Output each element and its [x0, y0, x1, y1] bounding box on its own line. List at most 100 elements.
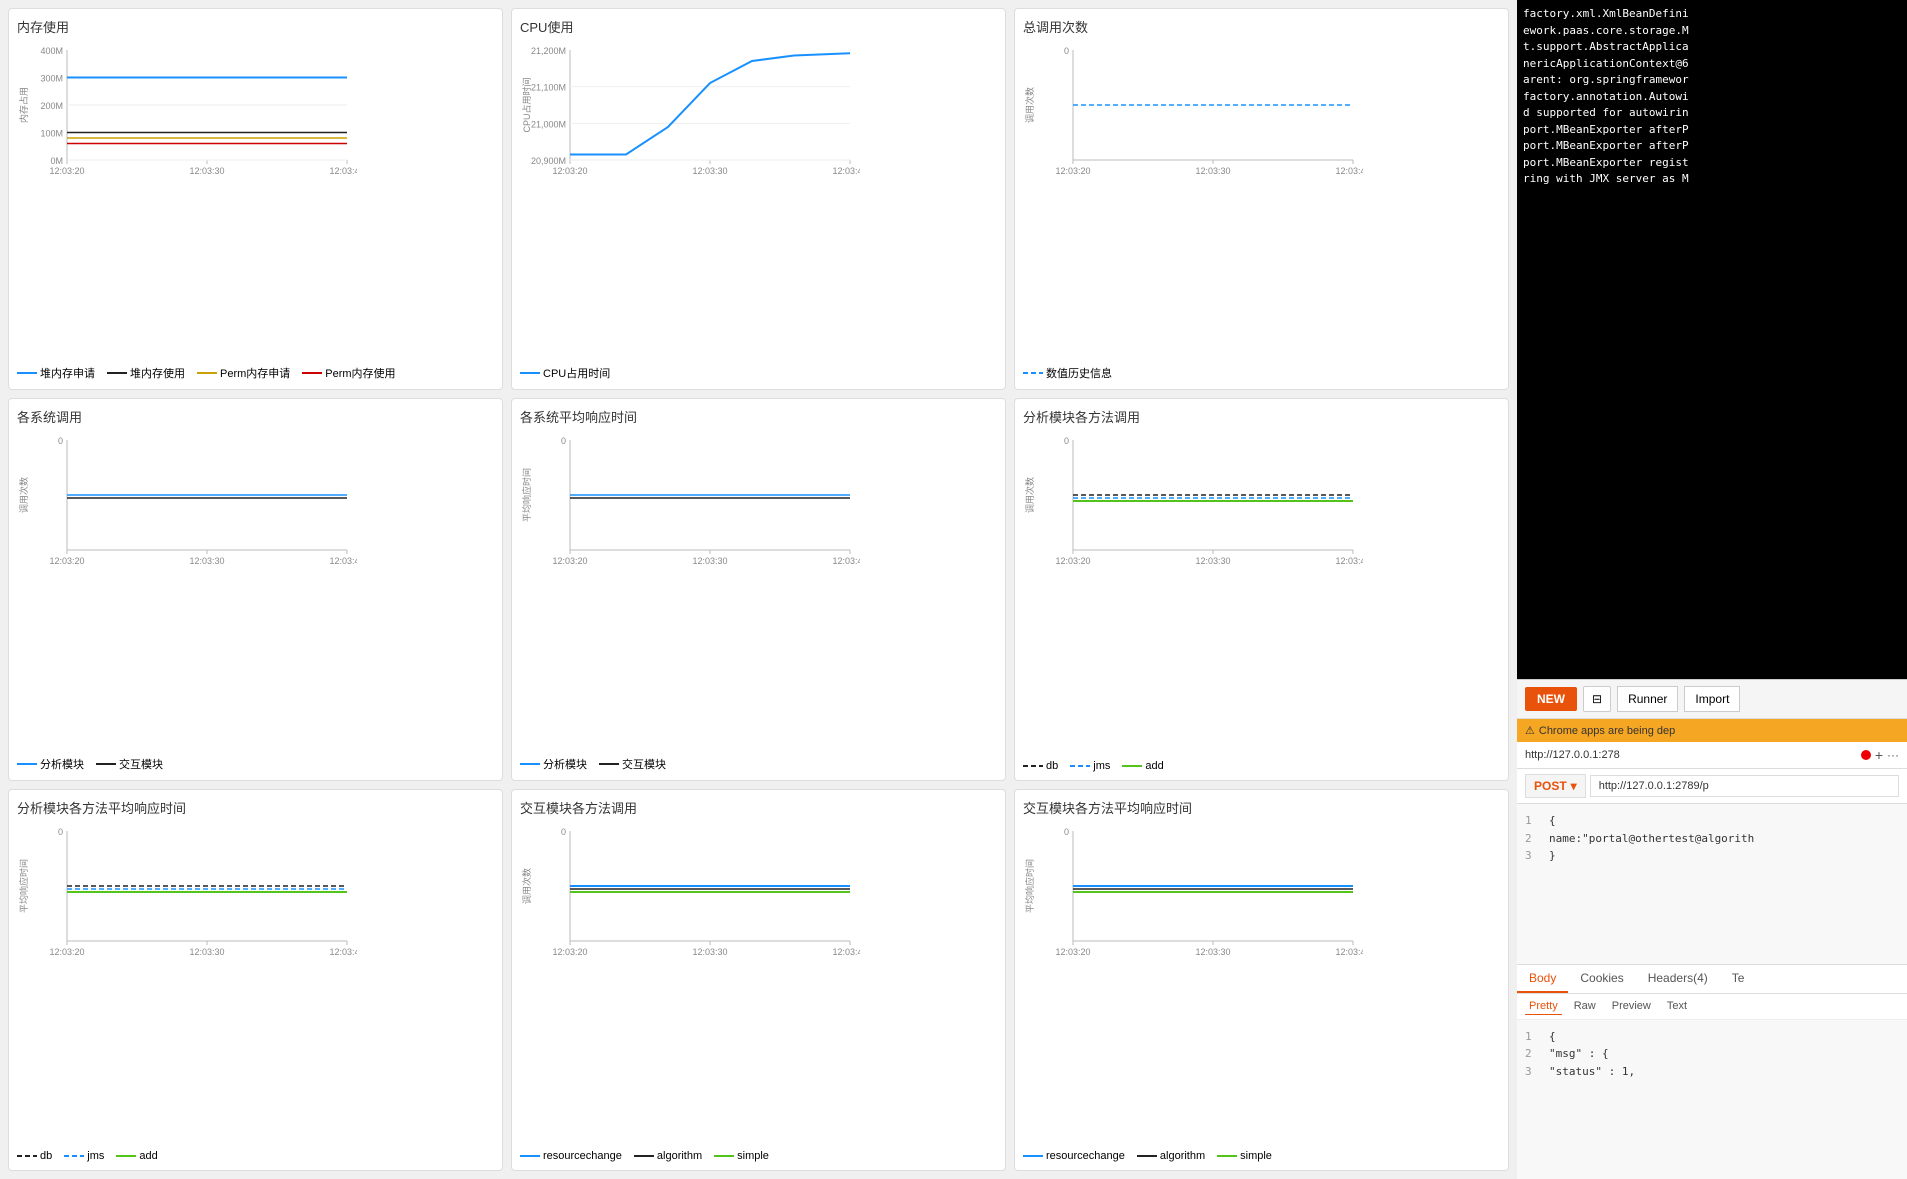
legend-item: resourcechange: [520, 1150, 622, 1162]
view-tab-preview[interactable]: Preview: [1608, 998, 1655, 1015]
svg-text:21,100M: 21,100M: [531, 83, 566, 93]
legend-item: simple: [714, 1150, 769, 1162]
svg-text:12:03:40: 12:03:40: [832, 947, 860, 957]
postman-panel: NEW ⊟ Runner Import ⚠ Chrome apps are be…: [1517, 679, 1907, 1179]
chart-area: 12:03:2012:03:3012:03:4021,200M21,100M21…: [520, 40, 997, 359]
chart-legend: dbjmsadd: [17, 1150, 494, 1162]
legend-line-color: [302, 372, 322, 374]
svg-text:21,200M: 21,200M: [531, 46, 566, 56]
legend-line-color: [197, 372, 217, 374]
legend-line-color: [116, 1155, 136, 1157]
legend-item: 分析模块: [17, 756, 84, 772]
terminal: factory.xml.XmlBeanDefiniework.paas.core…: [1517, 0, 1907, 679]
svg-text:12:03:20: 12:03:20: [552, 947, 587, 957]
more-options-button[interactable]: ···: [1887, 748, 1899, 762]
legend-line-color: [634, 1155, 654, 1157]
chart-legend: CPU占用时间: [520, 365, 997, 381]
svg-text:12:03:30: 12:03:30: [1195, 947, 1230, 957]
right-panel: factory.xml.XmlBeanDefiniework.paas.core…: [1517, 0, 1907, 1179]
chart-total-calls: 总调用次数12:03:2012:03:3012:03:400调用次数数值历史信息: [1014, 8, 1509, 390]
legend-label: add: [1145, 760, 1163, 772]
chart-legend: resourcechangealgorithmsimple: [520, 1150, 997, 1162]
line-content: {: [1549, 1028, 1556, 1046]
response-tab-cookies[interactable]: Cookies: [1568, 965, 1635, 993]
view-tab-pretty[interactable]: Pretty: [1525, 998, 1562, 1015]
line-content: }: [1549, 847, 1556, 865]
legend-label: 堆内存使用: [130, 365, 185, 381]
svg-text:12:03:40: 12:03:40: [1335, 947, 1363, 957]
svg-text:平均响应时间: 平均响应时间: [18, 859, 29, 913]
chart-legend: 堆内存申请堆内存使用Perm内存申请Perm内存使用: [17, 365, 494, 381]
url-text: http://127.0.0.1:278: [1525, 749, 1857, 761]
new-button[interactable]: NEW: [1525, 687, 1577, 711]
legend-item: 交互模块: [599, 756, 666, 772]
chart-title: 各系统调用: [17, 407, 494, 426]
svg-text:12:03:30: 12:03:30: [189, 947, 224, 957]
svg-text:12:03:30: 12:03:30: [692, 556, 727, 566]
svg-text:调用次数: 调用次数: [521, 868, 532, 904]
svg-text:0: 0: [1064, 46, 1069, 56]
chart-area: 12:03:2012:03:3012:03:40400M300M200M100M…: [17, 40, 494, 359]
runner-button[interactable]: Runner: [1617, 686, 1678, 712]
response-tab-body[interactable]: Body: [1517, 965, 1568, 993]
svg-text:200M: 200M: [40, 101, 63, 111]
legend-label: 分析模块: [543, 756, 587, 772]
chart-legend: 分析模块交互模块: [17, 756, 494, 772]
request-body-editor[interactable]: 1{2name:"portal@othertest@algorith3}: [1517, 804, 1907, 965]
view-tab-text[interactable]: Text: [1663, 998, 1691, 1015]
postman-toolbar: NEW ⊟ Runner Import: [1517, 680, 1907, 719]
svg-text:300M: 300M: [40, 74, 63, 84]
method-bar: POST ▾ http://127.0.0.1:2789/p: [1517, 769, 1907, 804]
svg-text:12:03:40: 12:03:40: [832, 556, 860, 566]
import-button[interactable]: Import: [1684, 686, 1740, 712]
svg-text:12:03:40: 12:03:40: [329, 556, 357, 566]
terminal-line: port.MBeanExporter afterP: [1523, 122, 1901, 139]
method-select[interactable]: POST ▾: [1525, 774, 1586, 798]
terminal-line: t.support.AbstractApplica: [1523, 39, 1901, 56]
chart-title: 总调用次数: [1023, 17, 1500, 36]
response-tab-te[interactable]: Te: [1720, 965, 1757, 993]
legend-item: resourcechange: [1023, 1150, 1125, 1162]
svg-text:400M: 400M: [40, 46, 63, 56]
svg-text:调用次数: 调用次数: [18, 477, 29, 513]
legend-item: Perm内存申请: [197, 365, 290, 381]
line-content: {: [1549, 812, 1556, 830]
chart-title: 分析模块各方法平均响应时间: [17, 798, 494, 817]
legend-line-color: [17, 372, 37, 374]
chart-legend: resourcechangealgorithmsimple: [1023, 1150, 1500, 1162]
svg-text:12:03:30: 12:03:30: [1195, 556, 1230, 566]
svg-text:0: 0: [1064, 827, 1069, 837]
terminal-line: d supported for autowirin: [1523, 105, 1901, 122]
legend-label: jms: [87, 1150, 104, 1162]
legend-item: simple: [1217, 1150, 1272, 1162]
svg-text:0: 0: [58, 827, 63, 837]
request-url-input[interactable]: http://127.0.0.1:2789/p: [1590, 775, 1899, 797]
line-number: 1: [1525, 1028, 1541, 1046]
svg-text:12:03:40: 12:03:40: [329, 166, 357, 176]
legend-item: 交互模块: [96, 756, 163, 772]
legend-label: jms: [1093, 760, 1110, 772]
svg-text:0: 0: [561, 436, 566, 446]
legend-label: simple: [1240, 1150, 1272, 1162]
line-number: 3: [1525, 847, 1541, 865]
svg-text:12:03:30: 12:03:30: [1195, 166, 1230, 176]
svg-text:平均响应时间: 平均响应时间: [521, 468, 532, 522]
legend-item: 数值历史信息: [1023, 365, 1112, 381]
chart-area: 12:03:2012:03:3012:03:400调用次数: [1023, 40, 1500, 359]
svg-text:12:03:40: 12:03:40: [1335, 556, 1363, 566]
chart-memory-usage: 内存使用12:03:2012:03:3012:03:40400M300M200M…: [8, 8, 503, 390]
legend-item: Perm内存使用: [302, 365, 395, 381]
legend-line-color: [714, 1155, 734, 1157]
terminal-line: port.MBeanExporter afterP: [1523, 138, 1901, 155]
svg-text:12:03:20: 12:03:20: [552, 166, 587, 176]
legend-item: jms: [1070, 760, 1110, 772]
view-tab-raw[interactable]: Raw: [1570, 998, 1600, 1015]
add-tab-button[interactable]: +: [1875, 747, 1883, 763]
legend-item: add: [116, 1150, 157, 1162]
legend-line-color: [1023, 765, 1043, 767]
response-tab-headers[interactable]: Headers(4): [1636, 965, 1720, 993]
layout-icon-button[interactable]: ⊟: [1583, 686, 1611, 712]
svg-text:12:03:20: 12:03:20: [49, 166, 84, 176]
legend-item: jms: [64, 1150, 104, 1162]
legend-label: 交互模块: [622, 756, 666, 772]
